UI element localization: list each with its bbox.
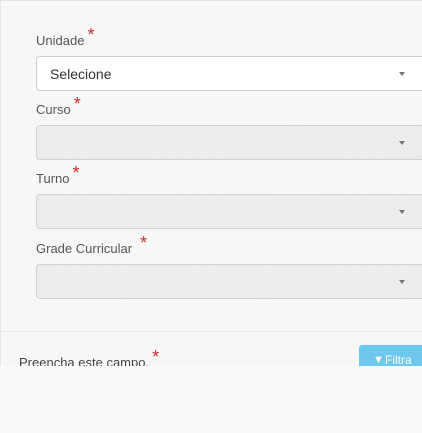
filter-button-label: Filtra <box>385 353 412 367</box>
divider <box>1 331 422 332</box>
grade-curricular-label: Grade Curricular * <box>36 233 148 256</box>
required-marker: * <box>140 233 148 253</box>
filter-form-panel: Unidade * Selecione Curso * Turno * Grade C… <box>0 0 422 370</box>
unidade-select-value: Selecione <box>50 66 112 82</box>
chevron-down-icon <box>399 280 405 284</box>
required-marker: * <box>73 94 81 114</box>
curso-select[interactable] <box>36 125 422 160</box>
turno-select[interactable] <box>36 194 422 229</box>
required-marker: * <box>152 347 160 367</box>
curso-label: Curso * <box>36 94 81 117</box>
page-background <box>0 366 422 433</box>
required-marker: * <box>87 25 95 45</box>
required-marker: * <box>72 163 80 183</box>
unidade-label: Unidade * <box>36 25 95 48</box>
chevron-down-icon <box>399 141 405 145</box>
grade-curricular-select[interactable] <box>36 264 422 299</box>
unidade-select[interactable]: Selecione <box>36 56 422 91</box>
chevron-down-icon <box>399 210 405 214</box>
chevron-down-icon <box>399 72 405 76</box>
filter-icon: ▼ <box>373 354 384 366</box>
turno-label: Turno * <box>36 163 80 186</box>
